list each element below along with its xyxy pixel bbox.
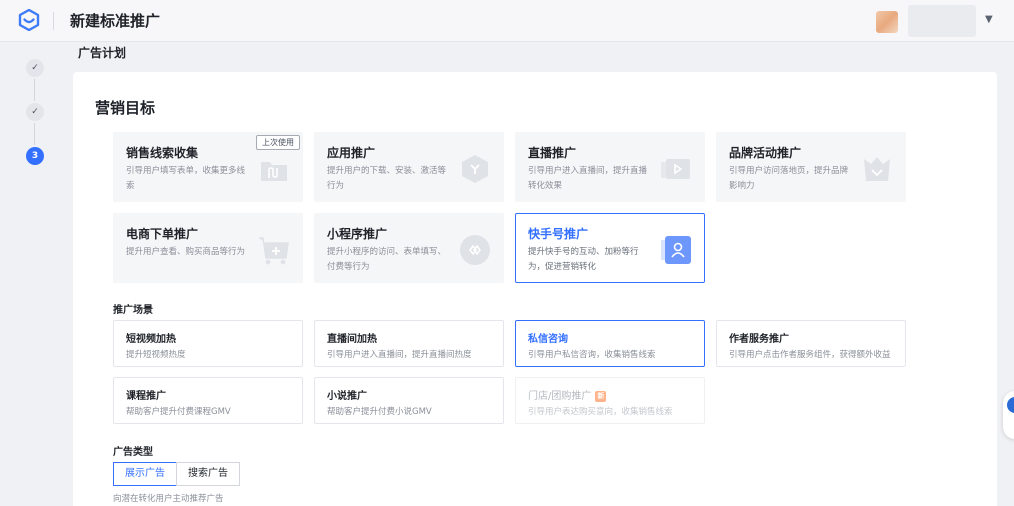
goal-card-title: 应用推广	[327, 146, 376, 160]
app-cube-icon	[462, 155, 488, 183]
scene-card-desc: 帮助客户提升付费小说GMV	[327, 407, 432, 417]
goal-card-desc: 提升小程序的访问、表单填写、付费等行为	[327, 247, 447, 272]
scene-card-title: 作者服务推广	[729, 334, 789, 345]
scene-card-title: 小说推广	[327, 391, 367, 402]
scene-card-desc: 提升短视频热度	[126, 350, 186, 360]
folder-icon	[261, 162, 287, 181]
marketing-goal-title: 营销目标	[95, 99, 156, 117]
step-3-current[interactable]: 3	[26, 147, 44, 165]
scene-card-desc: 引导用户表达购买意向，收集销售线索	[528, 407, 673, 417]
floating-help-button[interactable]	[1003, 391, 1014, 439]
live-video-icon	[661, 159, 690, 179]
goal-card-desc: 引导用户访问落地页，提升品牌影响力	[729, 166, 849, 191]
display-ad-button[interactable]: 展示广告	[113, 462, 177, 486]
goal-card-lead-collection[interactable]: 销售线索收集 引导用户填写表单，收集更多线索 上次使用	[113, 132, 303, 202]
goal-card-mini-program[interactable]: 小程序推广 提升小程序的访问、表单填写、付费等行为	[314, 213, 504, 283]
scene-card-title: 课程推广	[126, 391, 166, 402]
scene-card-title: 直播间加热	[327, 334, 377, 345]
goal-card-title: 快手号推广	[528, 227, 589, 241]
scene-card-course-promotion[interactable]: 课程推广 帮助客户提升付费课程GMV	[113, 377, 303, 424]
goal-card-title: 小程序推广	[327, 227, 388, 241]
scene-card-desc: 帮助客户提升付费课程GMV	[126, 407, 231, 417]
goal-card-desc: 提升用户查看、购买商品等行为	[126, 247, 246, 257]
scene-card-title: 私信咨询	[528, 334, 568, 345]
scene-card-store-group-buy: 门店/团购推广新 引导用户表达购买意向，收集销售线索	[515, 377, 705, 424]
plan-label: 广告计划	[78, 46, 127, 60]
scene-section-title: 推广场景	[113, 305, 153, 316]
goal-card-ecommerce[interactable]: 电商下单推广 提升用户查看、购买商品等行为	[113, 213, 303, 283]
scene-card-title: 短视频加热	[126, 334, 176, 345]
goal-card-desc: 引导用户进入直播间，提升直播转化效果	[528, 166, 648, 191]
ad-type-title: 广告类型	[113, 447, 153, 458]
brand-logo-icon[interactable]	[18, 9, 40, 31]
top-bar: 新建标准推广 ▼	[0, 0, 1014, 42]
goal-card-desc: 提升快手号的互动、加粉等行为，促进营销转化	[528, 247, 639, 272]
goal-card-desc: 提升用户的下载、安装、激活等行为	[327, 166, 447, 191]
goal-card-live-promotion[interactable]: 直播推广 引导用户进入直播间，提升直播转化效果	[515, 132, 705, 202]
user-avatar-icon[interactable]	[876, 11, 898, 33]
scene-card-title-text: 门店/团购推广	[528, 391, 592, 402]
account-name-box[interactable]	[908, 5, 976, 37]
top-divider	[53, 12, 54, 30]
step-2-check-icon[interactable]: ✓	[26, 103, 44, 121]
ad-type-hint: 向潜在转化用户主动推荐广告	[113, 494, 224, 504]
goal-card-title: 电商下单推广	[126, 227, 199, 241]
scene-card-private-message[interactable]: 私信咨询 引导用户私信咨询，收集销售线索	[515, 320, 705, 367]
goal-card-desc: 引导用户填写表单，收集更多线索	[126, 166, 246, 191]
step-connector	[34, 79, 35, 101]
goal-card-app-promotion[interactable]: 应用推广 提升用户的下载、安装、激活等行为	[314, 132, 504, 202]
goal-card-title: 销售线索收集	[126, 146, 199, 160]
last-used-tag: 上次使用	[256, 135, 300, 150]
goal-card-title: 直播推广	[528, 146, 577, 160]
main-panel: 营销目标 销售线索收集 引导用户填写表单，收集更多线索 上次使用 应用推广 提升…	[73, 72, 997, 506]
page-title: 新建标准推广	[70, 12, 161, 30]
scene-card-desc: 引导用户私信咨询，收集销售线索	[528, 350, 656, 360]
scene-card-title: 门店/团购推广新	[528, 387, 607, 402]
scene-card-short-video-boost[interactable]: 短视频加热 提升短视频热度	[113, 320, 303, 367]
goal-card-kuaishou-account[interactable]: 快手号推广 提升快手号的互动、加粉等行为，促进营销转化	[515, 213, 705, 283]
scene-card-desc: 引导用户进入直播间，提升直播间热度	[327, 350, 472, 360]
crown-icon	[864, 157, 890, 181]
search-ad-button[interactable]: 搜索广告	[176, 462, 240, 486]
new-badge: 新	[595, 391, 607, 402]
ad-type-selector: 展示广告 搜索广告	[113, 462, 240, 486]
mini-program-icon	[460, 235, 490, 265]
scene-card-desc: 引导用户点击作者服务组件，获得额外收益	[729, 350, 891, 360]
goal-card-brand-activity[interactable]: 品牌活动推广 引导用户访问落地页，提升品牌影响力	[716, 132, 906, 202]
scene-card-novel-promotion[interactable]: 小说推广 帮助客户提升付费小说GMV	[314, 377, 504, 424]
step-1-check-icon[interactable]: ✓	[26, 59, 44, 77]
cart-icon	[259, 237, 289, 265]
caret-down-icon[interactable]: ▼	[985, 14, 993, 25]
profile-card-icon	[661, 236, 691, 264]
scene-card-live-room-boost[interactable]: 直播间加热 引导用户进入直播间，提升直播间热度	[314, 320, 504, 367]
help-icon	[1007, 397, 1014, 413]
step-connector	[34, 123, 35, 145]
scene-card-author-service[interactable]: 作者服务推广 引导用户点击作者服务组件，获得额外收益	[716, 320, 906, 367]
goal-card-title: 品牌活动推广	[729, 146, 802, 160]
